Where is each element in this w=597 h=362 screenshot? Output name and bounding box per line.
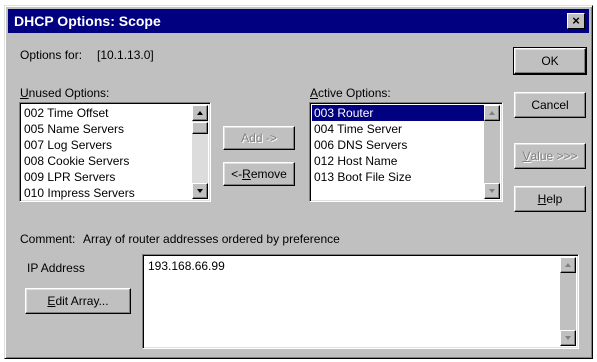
list-item[interactable]: 010 Impress Servers xyxy=(22,185,192,201)
title-bar[interactable]: DHCP Options: Scope × xyxy=(8,9,589,33)
value-button[interactable]: Value >>> xyxy=(514,143,586,169)
ip-scrollbar xyxy=(560,257,576,346)
cancel-button[interactable]: Cancel xyxy=(514,92,586,118)
list-item[interactable]: 012 Host Name xyxy=(312,153,484,169)
dhcp-options-dialog: DHCP Options: Scope × Options for: [10.1… xyxy=(4,5,593,359)
add-button[interactable]: Add -> xyxy=(223,126,295,150)
ip-address-value: 193.168.66.99 xyxy=(148,259,225,273)
scroll-down-icon xyxy=(560,330,576,346)
list-item[interactable]: 013 Boot File Size xyxy=(312,169,484,185)
close-icon[interactable]: × xyxy=(567,13,585,29)
list-item[interactable]: 005 Name Servers xyxy=(22,121,192,137)
active-scrollbar xyxy=(484,105,500,199)
active-options-list[interactable]: 003 Router 004 Time Server 006 DNS Servers… xyxy=(309,102,503,202)
scroll-up-icon xyxy=(484,105,500,121)
comment-text: Array of router addresses ordered by pre… xyxy=(83,232,340,246)
list-item[interactable]: 007 Log Servers xyxy=(22,137,192,153)
list-item[interactable]: 002 Time Offset xyxy=(22,105,192,121)
list-item[interactable]: 009 LPR Servers xyxy=(22,169,192,185)
scroll-up-icon xyxy=(560,257,576,273)
ip-address-box[interactable]: 193.168.66.99 xyxy=(142,254,579,349)
scroll-thumb[interactable] xyxy=(192,122,208,134)
scroll-down-icon[interactable] xyxy=(192,183,208,199)
options-for-label: Options for: xyxy=(20,48,83,62)
comment-label: Comment: xyxy=(20,232,76,246)
ip-address-label: IP Address xyxy=(27,261,85,275)
list-item[interactable]: 004 Time Server xyxy=(312,121,484,137)
ok-button[interactable]: OK xyxy=(513,47,587,75)
options-for-value: [10.1.13.0] xyxy=(97,48,154,62)
edit-array-button[interactable]: Edit Array... xyxy=(25,288,131,314)
unused-scrollbar[interactable] xyxy=(192,105,208,199)
window-title: DHCP Options: Scope xyxy=(14,13,161,29)
unused-options-label: Unused Options: xyxy=(20,86,110,100)
list-item[interactable]: 003 Router xyxy=(312,105,484,121)
scroll-down-icon xyxy=(484,183,500,199)
unused-options-list[interactable]: 002 Time Offset 005 Name Servers 007 Log S… xyxy=(19,102,211,202)
list-item[interactable]: 006 DNS Servers xyxy=(312,137,484,153)
active-options-label: Active Options: xyxy=(310,86,391,100)
remove-button[interactable]: <- Remove xyxy=(223,162,295,186)
help-button[interactable]: Help xyxy=(514,186,586,212)
list-item[interactable]: 008 Cookie Servers xyxy=(22,153,192,169)
scroll-up-icon[interactable] xyxy=(192,105,208,121)
